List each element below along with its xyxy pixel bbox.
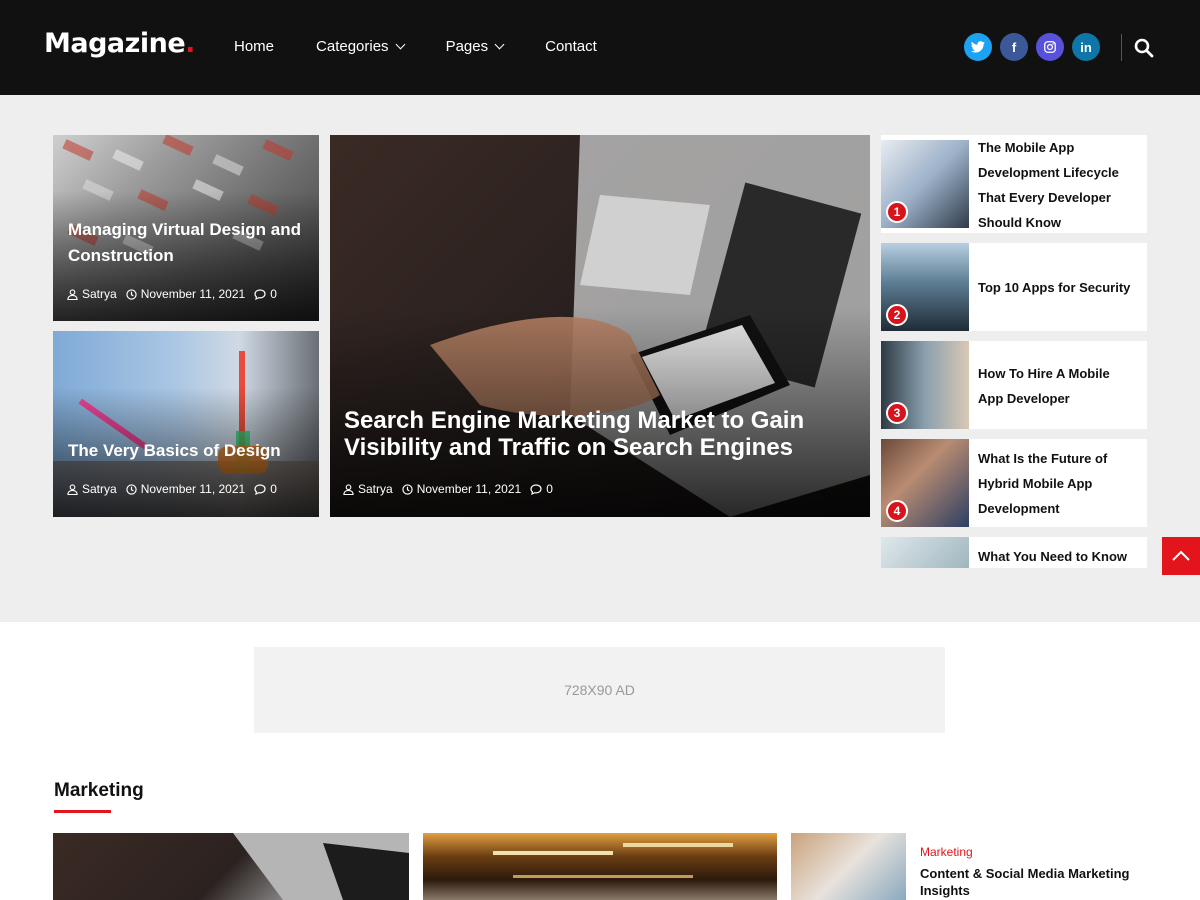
post-title[interactable]: Managing Virtual Design and Construction xyxy=(68,217,308,269)
post-date-text: November 11, 2021 xyxy=(416,482,522,496)
instagram-icon[interactable] xyxy=(1036,33,1064,61)
social-links: f in xyxy=(964,33,1108,61)
post-thumbnail[interactable] xyxy=(791,833,906,900)
twitter-icon[interactable] xyxy=(964,33,992,61)
clock-icon xyxy=(126,288,137,300)
logo-dot: . xyxy=(185,28,195,59)
back-to-top-button[interactable] xyxy=(1162,537,1200,575)
post-date: November 11, 2021 xyxy=(402,482,522,496)
user-icon xyxy=(343,483,354,495)
featured-post-2[interactable]: The Very Basics of Design Satrya Novembe… xyxy=(53,331,319,517)
post-author-name: Satrya xyxy=(82,482,117,496)
rank-badge: 2 xyxy=(886,304,908,326)
featured-post-main[interactable]: Search Engine Marketing Market to Gain V… xyxy=(330,135,870,517)
nav-categories[interactable]: Categories xyxy=(316,38,406,55)
popular-post-title[interactable]: What You Need to Know xyxy=(978,544,1138,568)
chevron-down-icon xyxy=(395,39,406,50)
post-author[interactable]: Satrya xyxy=(343,482,393,496)
logo-text: Magazine xyxy=(44,28,186,59)
facebook-icon[interactable]: f xyxy=(1000,33,1028,61)
linkedin-glyph: in xyxy=(1080,39,1092,55)
post-image xyxy=(493,843,733,878)
popular-post-title[interactable]: Top 10 Apps for Security xyxy=(978,275,1138,300)
comment-icon xyxy=(254,483,266,495)
post-author-name: Satrya xyxy=(82,287,117,301)
comment-icon xyxy=(530,483,542,495)
ad-label: 728X90 AD xyxy=(564,682,635,698)
comment-icon xyxy=(254,288,266,300)
post-meta: Satrya November 11, 2021 0 xyxy=(343,482,562,496)
post-title[interactable]: Search Engine Marketing Market to Gain V… xyxy=(344,407,844,461)
featured-post-1[interactable]: Managing Virtual Design and Construction… xyxy=(53,135,319,321)
post-comments[interactable]: 0 xyxy=(530,482,553,496)
post-date: November 11, 2021 xyxy=(126,482,246,496)
rank-badge: 4 xyxy=(886,500,908,522)
post-meta: Satrya November 11, 2021 0 xyxy=(67,482,286,496)
nav-categories-label: Categories xyxy=(316,38,389,55)
header-divider xyxy=(1121,34,1122,61)
post-comments[interactable]: 0 xyxy=(254,482,277,496)
marketing-post-1[interactable] xyxy=(53,833,409,900)
post-image xyxy=(233,833,409,900)
chevron-up-icon xyxy=(1172,550,1190,561)
post-meta: Satrya November 11, 2021 0 xyxy=(67,287,286,301)
user-icon xyxy=(67,483,78,495)
post-comments-count: 0 xyxy=(270,482,277,496)
marketing-post-2[interactable] xyxy=(423,833,777,900)
popular-post-title[interactable]: How To Hire A Mobile App Developer xyxy=(978,361,1138,411)
ad-banner[interactable]: 728X90 AD xyxy=(254,647,945,733)
post-category[interactable]: Marketing xyxy=(920,845,973,859)
post-author[interactable]: Satrya xyxy=(67,287,117,301)
marketing-side-post[interactable]: Marketing Content & Social Media Marketi… xyxy=(791,833,1147,900)
facebook-glyph: f xyxy=(1011,39,1017,55)
popular-post-4[interactable]: 4 What Is the Future of Hybrid Mobile Ap… xyxy=(881,439,1147,527)
site-logo[interactable]: Magazine. xyxy=(44,28,195,59)
post-comments-count: 0 xyxy=(270,287,277,301)
popular-post-title[interactable]: What Is the Future of Hybrid Mobile App … xyxy=(978,446,1138,521)
rank-badge: 1 xyxy=(886,201,908,223)
popular-post-3[interactable]: 3 How To Hire A Mobile App Developer xyxy=(881,341,1147,429)
nav-pages-label: Pages xyxy=(445,38,489,55)
rank-badge: 3 xyxy=(886,402,908,424)
post-author[interactable]: Satrya xyxy=(67,482,117,496)
popular-post-title[interactable]: The Mobile App Development Lifecycle Tha… xyxy=(978,135,1138,235)
post-comments[interactable]: 0 xyxy=(254,287,277,301)
clock-icon xyxy=(126,483,137,495)
popular-post-5[interactable]: What You Need to Know xyxy=(881,537,1147,568)
search-icon[interactable] xyxy=(1134,38,1154,58)
site-header: Magazine. Home Categories Pages Contact … xyxy=(0,0,1200,95)
post-date: November 11, 2021 xyxy=(126,287,246,301)
post-title[interactable]: Content & Social Media Marketing Insight… xyxy=(920,865,1140,899)
post-title[interactable]: The Very Basics of Design xyxy=(68,438,308,464)
post-date-text: November 11, 2021 xyxy=(140,287,246,301)
post-comments-count: 0 xyxy=(546,482,553,496)
post-thumbnail[interactable] xyxy=(881,537,969,568)
section-underline xyxy=(54,810,111,813)
section-title: Marketing xyxy=(54,780,144,801)
post-author-name: Satrya xyxy=(358,482,393,496)
main-nav: Home Categories Pages Contact xyxy=(234,38,639,55)
nav-home-label: Home xyxy=(234,38,275,55)
nav-contact[interactable]: Contact xyxy=(545,38,597,55)
chevron-down-icon xyxy=(494,39,505,50)
user-icon xyxy=(67,288,78,300)
linkedin-icon[interactable]: in xyxy=(1072,33,1100,61)
nav-pages[interactable]: Pages xyxy=(445,38,505,55)
post-date-text: November 11, 2021 xyxy=(140,482,246,496)
popular-post-2[interactable]: 2 Top 10 Apps for Security xyxy=(881,243,1147,331)
nav-home[interactable]: Home xyxy=(234,38,274,55)
nav-contact-label: Contact xyxy=(545,38,597,55)
clock-icon xyxy=(402,483,413,495)
popular-post-1[interactable]: 1 The Mobile App Development Lifecycle T… xyxy=(881,135,1147,233)
